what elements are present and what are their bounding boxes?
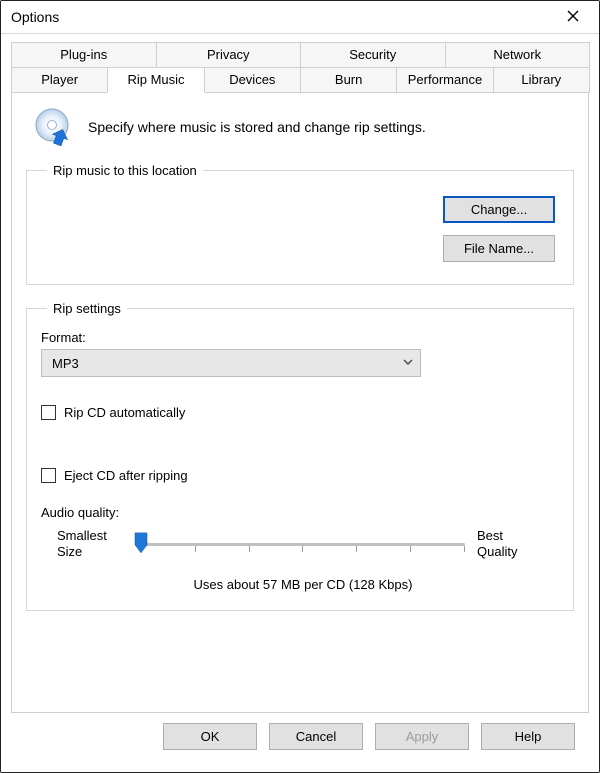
rip-settings-legend: Rip settings (47, 301, 127, 316)
tab-strip: Plug-ins Privacy Security Network Player… (11, 42, 589, 93)
eject-cd-label: Eject CD after ripping (64, 468, 188, 483)
intro-text: Specify where music is stored and change… (88, 119, 426, 135)
slider-ticks (141, 546, 465, 554)
tab-burn[interactable]: Burn (300, 68, 397, 93)
format-field: Format: MP3 (41, 330, 559, 377)
ok-button[interactable]: OK (163, 723, 257, 750)
slider-thumb[interactable] (133, 532, 149, 554)
tab-library[interactable]: Library (493, 68, 590, 93)
slider-track (141, 543, 465, 546)
slider-left-label: Smallest Size (57, 528, 129, 561)
tab-panel-rip-music: Specify where music is stored and change… (11, 92, 589, 713)
tab-devices[interactable]: Devices (204, 68, 301, 93)
file-name-button[interactable]: File Name... (443, 235, 555, 262)
tab-performance[interactable]: Performance (396, 68, 493, 93)
eject-cd-checkbox[interactable]: Eject CD after ripping (41, 468, 559, 483)
slider-note: Uses about 57 MB per CD (128 Kbps) (57, 577, 549, 592)
options-dialog: Options Plug-ins Privacy Security Networ… (0, 0, 600, 773)
tab-privacy[interactable]: Privacy (156, 42, 302, 68)
rip-location-legend: Rip music to this location (47, 163, 203, 178)
tab-player[interactable]: Player (11, 68, 108, 93)
tab-rip-music[interactable]: Rip Music (107, 68, 204, 93)
checkbox-box-icon (41, 468, 56, 483)
rip-location-group: Rip music to this location Change... Fil… (26, 163, 574, 285)
rip-auto-checkbox[interactable]: Rip CD automatically (41, 405, 559, 420)
audio-quality-label: Audio quality: (41, 505, 559, 520)
tab-network[interactable]: Network (445, 42, 591, 68)
window-title: Options (11, 9, 59, 25)
format-label: Format: (41, 330, 559, 345)
audio-quality-slider-area: Smallest Size (57, 528, 549, 592)
tab-plugins[interactable]: Plug-ins (11, 42, 157, 68)
format-combobox[interactable]: MP3 (41, 349, 421, 377)
apply-button[interactable]: Apply (375, 723, 469, 750)
tab-security[interactable]: Security (300, 42, 446, 68)
intro-row: Specify where music is stored and change… (34, 107, 574, 147)
dialog-content: Plug-ins Privacy Security Network Player… (1, 34, 599, 772)
audio-quality-slider[interactable] (141, 532, 465, 556)
slider-right-label: Best Quality (477, 528, 549, 561)
format-value: MP3 (52, 356, 79, 371)
rip-auto-label: Rip CD automatically (64, 405, 185, 420)
cancel-button[interactable]: Cancel (269, 723, 363, 750)
close-icon (567, 10, 579, 25)
dialog-button-row: OK Cancel Apply Help (11, 713, 589, 762)
rip-settings-group: Rip settings Format: MP3 Rip CD automati… (26, 301, 574, 611)
chevron-down-icon (402, 356, 414, 371)
help-button[interactable]: Help (481, 723, 575, 750)
checkbox-box-icon (41, 405, 56, 420)
close-button[interactable] (555, 5, 591, 29)
change-location-button[interactable]: Change... (443, 196, 555, 223)
titlebar: Options (1, 1, 599, 34)
rip-cd-icon (34, 107, 74, 147)
